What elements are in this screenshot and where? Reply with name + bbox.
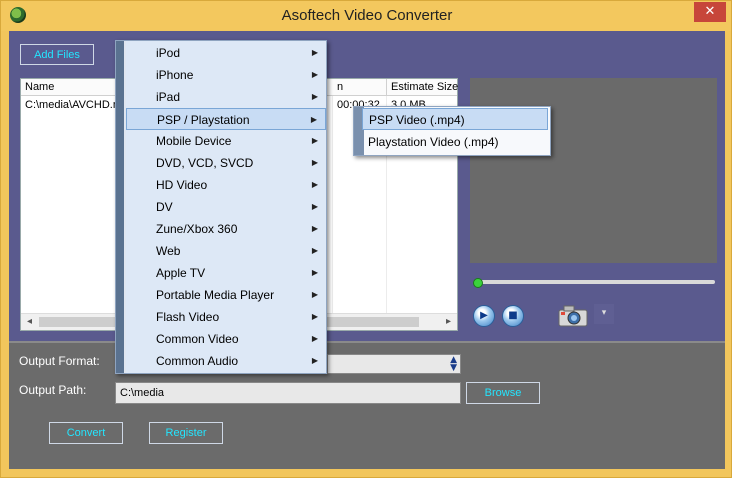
submenu-arrow-icon: ▶ [311,92,318,101]
psp-submenu: PSP Video (.mp4) Playstation Video (.mp4… [353,106,551,156]
play-icon: ▶ [480,310,488,321]
menu-item-label: iPhone [156,68,194,82]
select-updown-icon: ▲ ▼ [450,355,457,373]
submenu-arrow-icon: ▶ [311,48,318,57]
menu-item-label: Web [156,244,181,258]
menu-item-psp-video-mp4[interactable]: PSP Video (.mp4) [362,108,548,130]
seek-slider-track[interactable] [475,280,715,284]
menu-item-label: Mobile Device [156,134,232,148]
output-format-select[interactable]: ▲ ▼ [327,354,461,374]
output-format-label: Output Format: [19,354,100,368]
menu-item-label: Portable Media Player [156,288,275,302]
menu-item-playstation-video-mp4[interactable]: Playstation Video (.mp4) [362,131,548,153]
stop-icon: ■ [508,310,518,321]
close-button[interactable]: ✕ [694,2,726,22]
stop-button[interactable]: ■ [502,305,524,327]
menu-item-web[interactable]: Web ▶ [126,240,326,262]
menu-item-label: iPad [156,90,181,104]
camera-icon[interactable] [558,304,590,328]
submenu-arrow-icon: ▶ [311,334,318,343]
title-bar[interactable]: Asoftech Video Converter ✕ [1,1,731,31]
output-path-field[interactable]: C:\media [115,382,461,404]
column-divider [332,96,333,314]
convert-button[interactable]: Convert [49,422,123,444]
format-menu: iPod ▶ iPhone ▶ iPad ▶ PSP / Playstation ▶ M… [115,40,327,374]
menu-item-label: DVD, VCD, SVCD [156,156,254,170]
seek-slider-knob[interactable] [473,278,483,288]
column-duration[interactable]: n [333,79,387,96]
menu-item-portable-media-player[interactable]: Portable Media Player ▶ [126,284,326,306]
menu-item-ipad[interactable]: iPad ▶ [126,86,326,108]
menu-gutter [116,41,124,373]
register-button[interactable]: Register [149,422,223,444]
menu-item-zune-xbox[interactable]: Zune/Xbox 360 ▶ [126,218,326,240]
submenu-arrow-icon: ▶ [311,246,318,255]
output-path-label: Output Path: [19,383,87,397]
menu-item-common-video[interactable]: Common Video ▶ [126,328,326,350]
menu-item-label: Zune/Xbox 360 [156,222,238,236]
menu-item-hd-video[interactable]: HD Video ▶ [126,174,326,196]
menu-item-ipod[interactable]: iPod ▶ [126,42,326,64]
column-name[interactable]: Name [21,79,117,96]
menu-item-iphone[interactable]: iPhone ▶ [126,64,326,86]
file-name-cell: C:\media\AVCHD.m [25,99,122,111]
add-files-button[interactable]: Add Files [20,44,94,65]
submenu-arrow-icon: ▶ [311,290,318,299]
scroll-left-icon[interactable]: ◂ [21,314,38,330]
menu-item-dv[interactable]: DV ▶ [126,196,326,218]
window-title: Asoftech Video Converter [281,7,453,24]
app-window: Asoftech Video Converter ✕ Add Files Nam… [0,0,732,478]
submenu-arrow-icon: ▶ [311,180,318,189]
submenu-arrow-icon: ▶ [311,70,318,79]
submenu-arrow-icon: ▶ [311,202,318,211]
menu-item-common-audio[interactable]: Common Audio ▶ [126,350,326,372]
menu-item-label: Common Video [156,332,239,346]
menu-item-label: Flash Video [156,310,220,324]
browse-button[interactable]: Browse [466,382,540,404]
scroll-right-icon[interactable]: ▸ [440,314,457,330]
play-button[interactable]: ▶ [473,305,495,327]
submenu-arrow-icon: ▶ [311,356,318,365]
menu-item-label: iPod [156,46,181,60]
snapshot-dropdown-icon[interactable]: ▾ [594,304,614,324]
menu-item-psp-playstation[interactable]: PSP / Playstation ▶ [126,108,326,130]
menu-item-apple-tv[interactable]: Apple TV ▶ [126,262,326,284]
submenu-arrow-icon: ▶ [310,115,317,124]
menu-item-label: Apple TV [156,266,206,280]
menu-item-mobile-device[interactable]: Mobile Device ▶ [126,130,326,152]
submenu-arrow-icon: ▶ [311,136,318,145]
menu-item-label: PSP / Playstation [157,113,250,127]
menu-item-flash-video[interactable]: Flash Video ▶ [126,306,326,328]
submenu-arrow-icon: ▶ [311,268,318,277]
column-estimate-size[interactable]: Estimate Size [387,79,459,96]
menu-item-dvd-vcd-svcd[interactable]: DVD, VCD, SVCD ▶ [126,152,326,174]
menu-item-label: Common Audio [156,354,239,368]
submenu-arrow-icon: ▶ [311,158,318,167]
submenu-arrow-icon: ▶ [311,224,318,233]
menu-item-label: DV [156,200,173,214]
menu-item-label: HD Video [156,178,208,192]
submenu-arrow-icon: ▶ [311,312,318,321]
